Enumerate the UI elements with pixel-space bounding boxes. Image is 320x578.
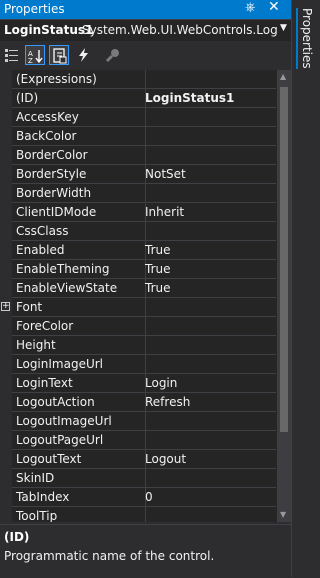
property-row[interactable]: ForeColor (0, 317, 277, 336)
scroll-down-icon[interactable]: ▼ (280, 510, 286, 519)
property-name[interactable]: LogoutPageUrl (12, 431, 146, 450)
events-icon[interactable] (74, 45, 94, 65)
property-name[interactable]: AccessKey (12, 108, 146, 127)
property-row[interactable]: Enabled True (0, 241, 277, 260)
property-name[interactable]: LogoutAction (12, 393, 146, 412)
window-title: Properties (4, 2, 65, 16)
close-icon[interactable]: ✕ (268, 0, 280, 15)
property-value[interactable]: True (142, 279, 276, 298)
property-value[interactable]: NotSet (142, 165, 276, 184)
scroll-up-icon[interactable]: ▲ (280, 72, 286, 81)
property-name[interactable]: EnableViewState (12, 279, 146, 298)
side-tab-properties[interactable]: Properties (291, 0, 318, 577)
object-name: LoginStatus1 (4, 23, 94, 37)
property-name[interactable]: (ID) (12, 89, 146, 108)
properties-toolbar: AZ (0, 41, 291, 69)
property-name[interactable]: BorderColor (12, 146, 146, 165)
property-row[interactable]: BackColor (0, 127, 277, 146)
property-row[interactable]: EnableTheming True (0, 260, 277, 279)
property-name[interactable]: Enabled (12, 241, 146, 260)
property-row[interactable]: ClientIDMode Inherit (0, 203, 277, 222)
object-selector[interactable]: LoginStatus1 System.Web.UI.WebControls.L… (0, 19, 291, 41)
property-value[interactable] (142, 431, 276, 450)
property-value[interactable] (142, 222, 276, 241)
property-row[interactable]: BorderStyle NotSet (0, 165, 277, 184)
property-value[interactable]: Inherit (142, 203, 276, 222)
property-name[interactable]: EnableTheming (12, 260, 146, 279)
property-row[interactable]: + Font (0, 298, 277, 317)
alphabetical-icon[interactable]: AZ (25, 45, 45, 65)
property-value[interactable]: LoginStatus1 (142, 89, 276, 108)
property-row[interactable]: BorderColor (0, 146, 277, 165)
svg-text:Z: Z (28, 57, 33, 64)
property-name[interactable]: ClientIDMode (12, 203, 146, 222)
property-row[interactable]: (ID) LoginStatus1 (0, 89, 277, 108)
property-name[interactable]: BorderStyle (12, 165, 146, 184)
property-name[interactable]: Height (12, 336, 146, 355)
property-row[interactable]: LoginText Login (0, 374, 277, 393)
property-name[interactable]: TabIndex (12, 488, 146, 507)
property-name[interactable]: BorderWidth (12, 184, 146, 203)
property-row[interactable]: BorderWidth (0, 184, 277, 203)
property-value[interactable]: Login (142, 374, 276, 393)
property-value[interactable] (142, 412, 276, 431)
property-name[interactable]: ForeColor (12, 317, 146, 336)
property-row[interactable]: EnableViewState True (0, 279, 277, 298)
scrollbar-thumb[interactable] (280, 87, 288, 432)
property-value[interactable] (142, 469, 276, 488)
property-row[interactable]: LogoutText Logout (0, 450, 277, 469)
property-row[interactable]: CssClass (0, 222, 277, 241)
property-row[interactable]: Height (0, 336, 277, 355)
property-value[interactable] (142, 336, 276, 355)
property-name[interactable]: Font (12, 298, 146, 317)
property-row[interactable]: LogoutImageUrl (0, 412, 277, 431)
expand-icon[interactable]: + (1, 302, 10, 311)
property-name[interactable]: ToolTip (12, 507, 146, 522)
property-name[interactable]: (Expressions) (12, 70, 146, 89)
property-row[interactable]: LoginImageUrl (0, 355, 277, 374)
property-value[interactable] (142, 184, 276, 203)
grid-scrollbar[interactable]: ▲ ▼ (277, 70, 291, 522)
property-value[interactable] (142, 507, 276, 522)
property-value[interactable] (142, 108, 276, 127)
description-text: Programmatic name of the control. (4, 549, 215, 563)
property-value[interactable]: 0 (142, 488, 276, 507)
property-name[interactable]: LogoutImageUrl (12, 412, 146, 431)
property-value[interactable] (142, 317, 276, 336)
property-name[interactable]: SkinID (12, 469, 146, 488)
property-row[interactable]: SkinID (0, 469, 277, 488)
property-grid: (Expressions) (ID) LoginStatus1 AccessKey Ba… (0, 70, 291, 522)
property-name[interactable]: LogoutText (12, 450, 146, 469)
property-row[interactable]: LogoutAction Refresh (0, 393, 277, 412)
property-name[interactable]: LoginText (12, 374, 146, 393)
property-value[interactable]: True (142, 241, 276, 260)
property-pages-icon[interactable] (103, 45, 123, 65)
property-name[interactable]: BackColor (12, 127, 146, 146)
property-value[interactable] (142, 127, 276, 146)
object-type: System.Web.UI.WebControls.LoginSta (82, 23, 277, 37)
property-name[interactable]: CssClass (12, 222, 146, 241)
categorized-icon[interactable] (2, 45, 22, 65)
property-name[interactable]: LoginImageUrl (12, 355, 146, 374)
properties-icon[interactable] (49, 45, 69, 65)
properties-title-bar: Properties ⎈ ✕ (0, 0, 291, 19)
side-tab-label: Properties (296, 8, 314, 69)
description-title: (ID) (4, 530, 30, 544)
property-row[interactable]: ToolTip (0, 507, 277, 522)
property-value[interactable]: True (142, 260, 276, 279)
pin-icon[interactable]: ⎈ (245, 0, 255, 15)
property-row[interactable]: LogoutPageUrl (0, 431, 277, 450)
property-value[interactable] (142, 355, 276, 374)
property-value[interactable]: Refresh (142, 393, 276, 412)
property-row[interactable]: (Expressions) (0, 70, 277, 89)
property-value[interactable] (142, 70, 276, 89)
chevron-down-icon[interactable]: ▼ (280, 23, 287, 33)
property-value[interactable]: Logout (142, 450, 276, 469)
property-row[interactable]: AccessKey (0, 108, 277, 127)
property-row[interactable]: TabIndex 0 (0, 488, 277, 507)
description-panel: (ID) Programmatic name of the control. (0, 524, 291, 578)
property-value[interactable] (142, 298, 276, 317)
property-value[interactable] (142, 146, 276, 165)
